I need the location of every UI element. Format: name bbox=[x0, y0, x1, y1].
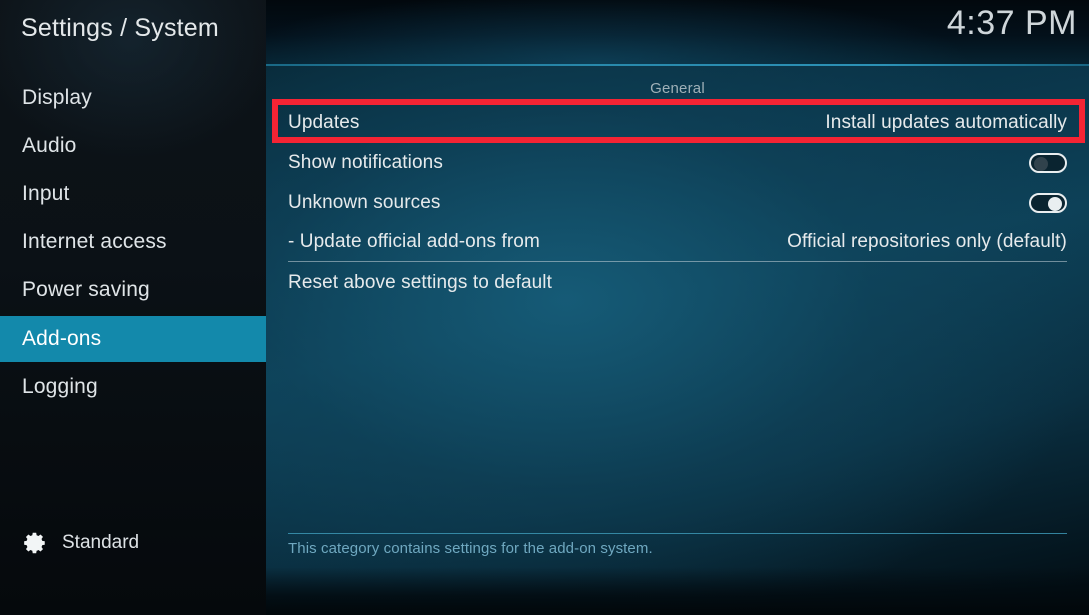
toggle-knob bbox=[1048, 197, 1062, 211]
sidebar-item-internet-access[interactable]: Internet access bbox=[0, 219, 266, 265]
setting-row-show-notifications[interactable]: Show notifications bbox=[288, 143, 1067, 183]
sidebar-item-audio[interactable]: Audio bbox=[0, 123, 266, 169]
profile-level-button[interactable]: Standard bbox=[22, 530, 139, 556]
sidebar-item-logging[interactable]: Logging bbox=[0, 364, 266, 410]
toggle-knob bbox=[1034, 157, 1048, 171]
sidebar: Settings / System Display Audio Input In… bbox=[0, 0, 266, 615]
setting-label: Show notifications bbox=[288, 152, 443, 173]
toggle-unknown-sources[interactable] bbox=[1029, 193, 1067, 213]
sidebar-item-add-ons[interactable]: Add-ons bbox=[0, 316, 266, 362]
setting-label: Reset above settings to default bbox=[288, 272, 552, 293]
sidebar-item-power-saving[interactable]: Power saving bbox=[0, 267, 266, 313]
sidebar-item-label: Input bbox=[22, 182, 70, 205]
sidebar-item-label: Power saving bbox=[22, 278, 150, 301]
sidebar-item-label: Internet access bbox=[22, 230, 167, 253]
setting-label: - Update official add-ons from bbox=[288, 231, 540, 252]
setting-row-unknown-sources[interactable]: Unknown sources bbox=[288, 183, 1067, 223]
setting-value: Install updates automatically bbox=[825, 112, 1067, 133]
setting-row-update-official-addons-from[interactable]: - Update official add-ons from Official … bbox=[288, 222, 1067, 262]
header-divider bbox=[266, 64, 1089, 66]
settings-group-label: General bbox=[650, 80, 705, 97]
sidebar-item-input[interactable]: Input bbox=[0, 171, 266, 217]
toggle-show-notifications[interactable] bbox=[1029, 153, 1067, 173]
sidebar-item-label: Add-ons bbox=[22, 327, 102, 350]
gear-icon bbox=[22, 530, 48, 556]
profile-level-label: Standard bbox=[62, 532, 140, 553]
sidebar-item-label: Audio bbox=[22, 134, 77, 157]
footer-divider bbox=[288, 533, 1067, 534]
setting-value: Official repositories only (default) bbox=[787, 231, 1067, 252]
setting-label: Updates bbox=[288, 112, 360, 133]
sidebar-item-label: Logging bbox=[22, 375, 98, 398]
sidebar-item-label: Display bbox=[22, 86, 92, 109]
bottom-gradient bbox=[266, 567, 1089, 615]
page-title: Settings / System bbox=[21, 14, 219, 42]
clock: 4:37 PM bbox=[946, 4, 1077, 42]
panel-header: 4:37 PM bbox=[266, 0, 1089, 64]
sidebar-item-display[interactable]: Display bbox=[0, 75, 266, 121]
kodi-settings-screen: Settings / System Display Audio Input In… bbox=[0, 0, 1089, 615]
setting-row-updates[interactable]: Updates Install updates automatically bbox=[288, 103, 1067, 143]
settings-divider bbox=[288, 261, 1067, 262]
settings-panel: 4:37 PM General Updates Install updates … bbox=[266, 0, 1089, 615]
setting-label: Unknown sources bbox=[288, 192, 441, 213]
setting-row-reset-defaults[interactable]: Reset above settings to default bbox=[288, 263, 1067, 303]
category-description: This category contains settings for the … bbox=[288, 540, 653, 557]
